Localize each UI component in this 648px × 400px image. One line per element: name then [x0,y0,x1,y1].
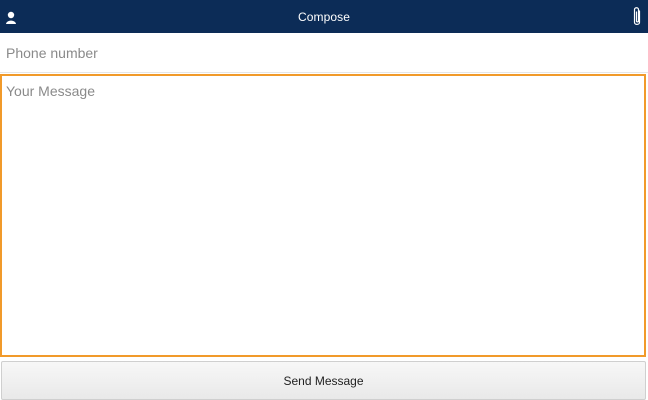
paperclip-icon[interactable] [626,0,648,33]
phone-number-row [0,33,648,73]
compose-screen: Compose Send Message [0,0,648,400]
send-message-button[interactable]: Send Message [1,361,646,400]
send-message-label: Send Message [283,373,364,388]
message-input[interactable] [2,76,644,355]
page-title: Compose [297,9,351,24]
top-bar: Compose [0,0,648,33]
message-box [0,74,646,357]
contact-icon[interactable] [0,0,22,33]
phone-number-input[interactable] [0,33,648,72]
